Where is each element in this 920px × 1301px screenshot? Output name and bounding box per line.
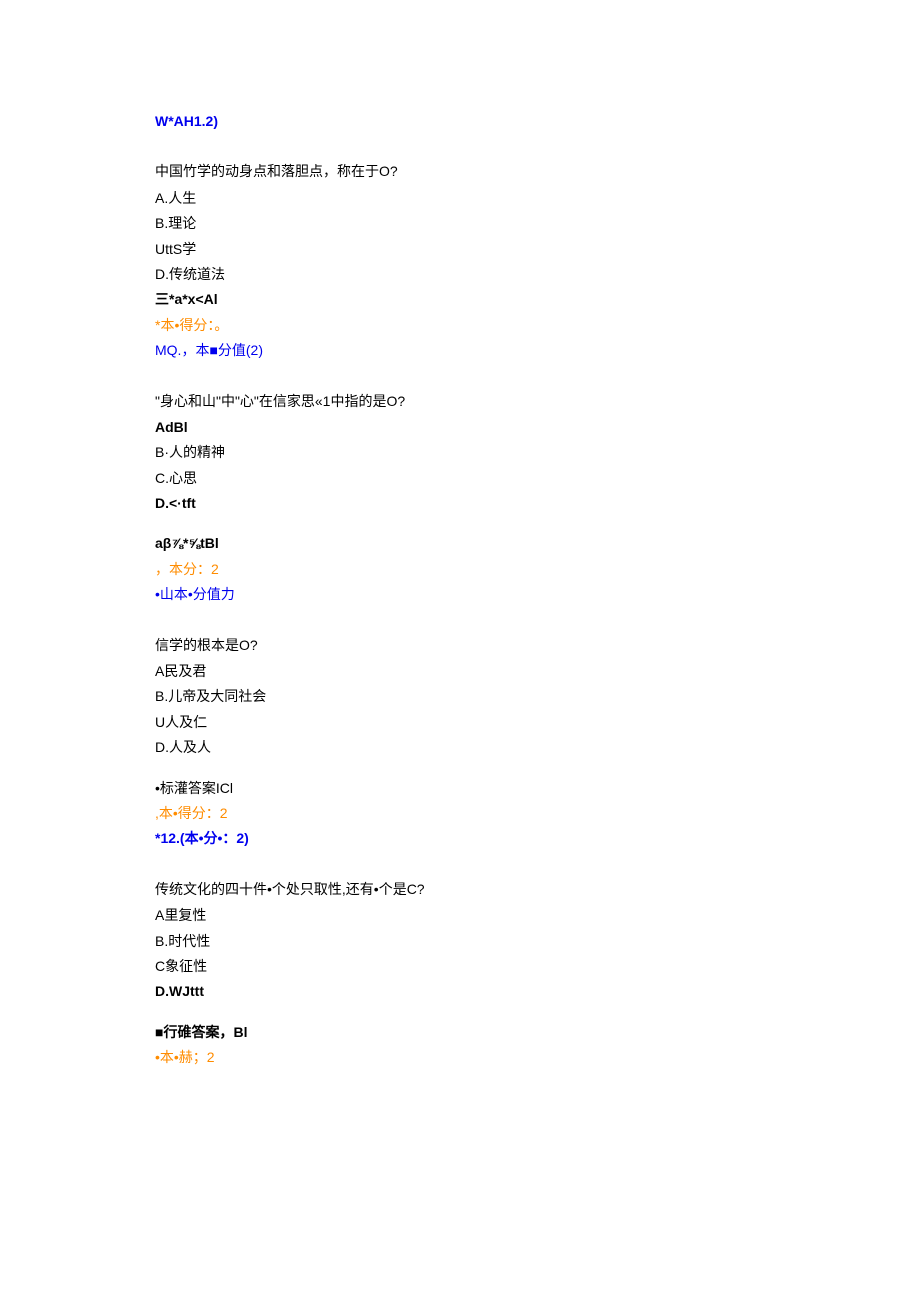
question-10-option-b: B·人的精神 [155, 441, 765, 463]
question-10-text: "身心和山"中"心"在信家思«1中指的是O? [155, 390, 765, 412]
question-11-option-b: B.儿帝及大同社会 [155, 685, 765, 707]
question-10-score: ，本分：2 [155, 558, 765, 580]
question-11-score: ,本•得分：2 [155, 802, 765, 824]
question-12-option-b: B.时代性 [155, 930, 765, 952]
question-11-text: 信学的根本是O? [155, 634, 765, 656]
question-11: 信学的根本是O? A民及君 B.儿帝及大同社会 U人及仁 D.人及人 •标灌答案… [155, 634, 765, 850]
question-9-option-a: A.人生 [155, 187, 765, 209]
question-12-header: *12.(本•分•：2) [155, 827, 765, 849]
question-11-option-a: A民及君 [155, 660, 765, 682]
question-12-score: •本•赫；2 [155, 1046, 765, 1068]
question-9-extra: 三*a*x<Al [155, 288, 765, 310]
question-10-answer-label: aβ⅞*⅝tBl [155, 532, 765, 554]
question-12-option-c: C象征性 [155, 955, 765, 977]
question-10-option-d: D.<·tft [155, 492, 765, 514]
question-9-option-c: UttS学 [155, 238, 765, 260]
question-10-header: MQ.，本■分值(2) [155, 339, 765, 361]
question-11-option-d: D.人及人 [155, 736, 765, 758]
question-11-header: •山本•分值力 [155, 583, 765, 605]
question-12-answer-label: ■行碓答案，Bl [155, 1021, 765, 1043]
question-9-score: *本•得分：。 [155, 314, 765, 336]
question-12-option-d: D.WJttt [155, 980, 765, 1002]
question-11-answer-label: •标灌答案ICl [155, 777, 765, 799]
question-11-option-c: U人及仁 [155, 711, 765, 733]
question-12: 传统文化的四十件•个处只取性,还有•个是C? A里复性 B.时代性 C象征性 D… [155, 878, 765, 1069]
question-9-option-b: B.理论 [155, 212, 765, 234]
question-10-option-a: AdBl [155, 416, 765, 438]
question-9-text: 中国竹学的动身点和落胆点，称在于O? [155, 160, 765, 182]
question-12-option-a: A里复性 [155, 904, 765, 926]
question-9: W*AH1.2) 中国竹学的动身点和落胆点，称在于O? A.人生 B.理论 Ut… [155, 110, 765, 362]
question-12-text: 传统文化的四十件•个处只取性,还有•个是C? [155, 878, 765, 900]
question-9-header: W*AH1.2) [155, 110, 765, 132]
question-10: "身心和山"中"心"在信家思«1中指的是O? AdBl B·人的精神 C.心思 … [155, 390, 765, 606]
question-10-option-c: C.心思 [155, 467, 765, 489]
question-9-option-d: D.传统道法 [155, 263, 765, 285]
